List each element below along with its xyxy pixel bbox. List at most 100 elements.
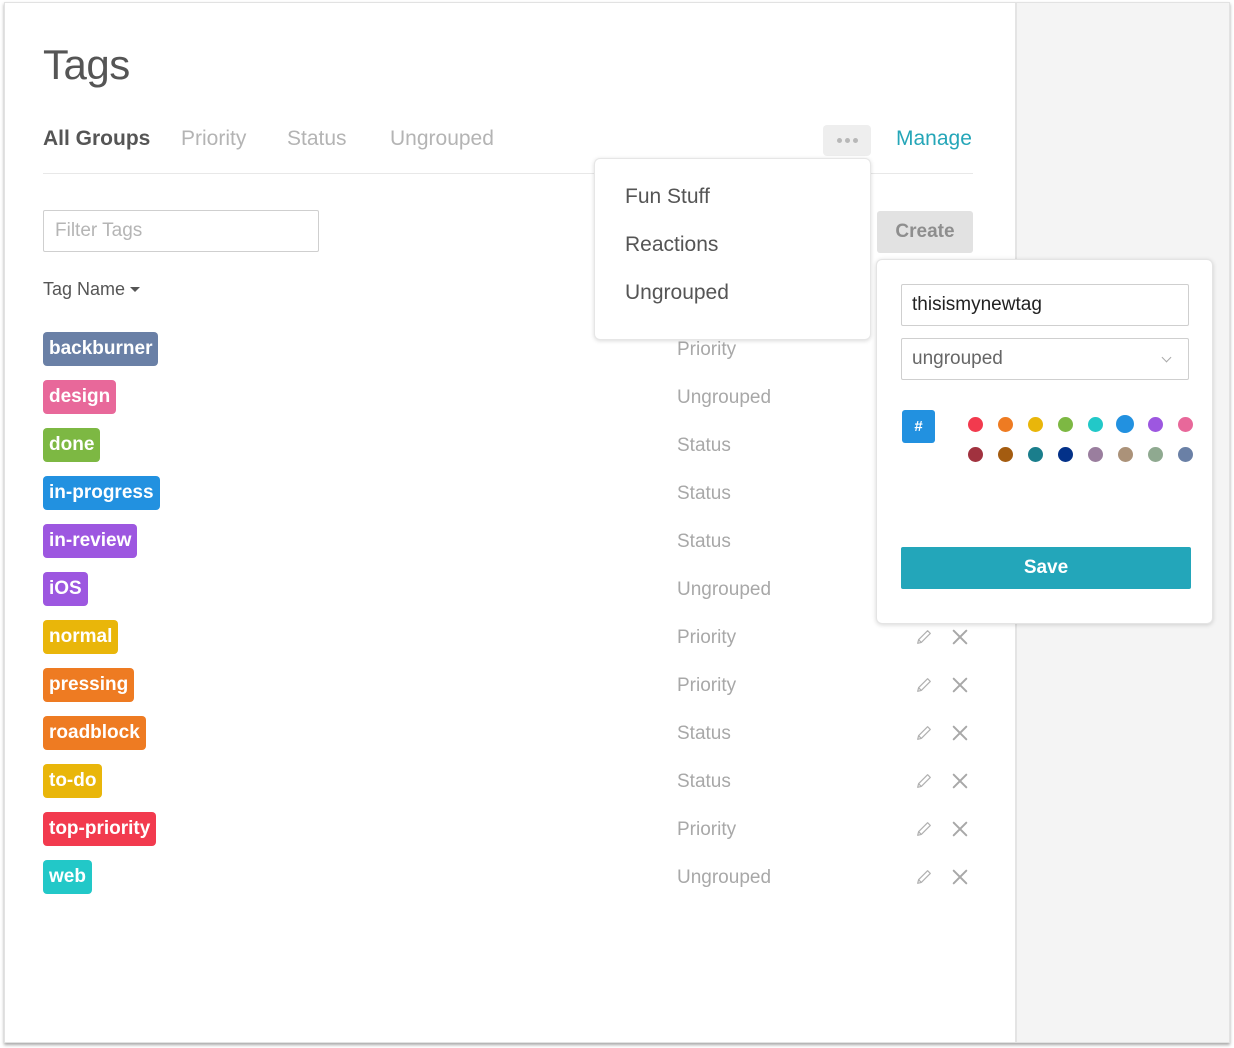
tag-group-label: Priority — [677, 675, 737, 696]
ellipsis-icon — [836, 138, 842, 143]
tag-row: roadblock Status — [43, 716, 983, 764]
color-swatch[interactable] — [960, 409, 990, 439]
close-icon[interactable] — [949, 626, 971, 648]
tag-group-label: Status — [677, 435, 731, 456]
tag-pill[interactable]: normal — [43, 620, 119, 654]
tag-pill[interactable]: to-do — [43, 764, 103, 798]
color-swatch[interactable] — [990, 439, 1020, 469]
tag-group-label: Priority — [677, 627, 737, 648]
sort-by-tag-name[interactable]: Tag Name — [43, 279, 141, 300]
tag-row: in-review Status — [43, 524, 983, 572]
color-swatch[interactable] — [1020, 439, 1050, 469]
color-swatch-dot — [1117, 446, 1133, 462]
close-icon[interactable] — [949, 866, 971, 888]
tag-actions — [913, 674, 971, 696]
create-tag-popover: ungrouped # Save — [876, 259, 1213, 624]
color-swatch[interactable] — [1110, 409, 1140, 439]
color-swatch[interactable] — [1170, 409, 1200, 439]
tag-pill[interactable]: done — [43, 428, 101, 462]
group-select[interactable]: ungrouped — [901, 338, 1189, 380]
tag-pill[interactable]: top-priority — [43, 812, 157, 846]
tag-pill[interactable]: roadblock — [43, 716, 146, 750]
color-swatch-dot — [1087, 446, 1103, 462]
pencil-icon[interactable] — [913, 818, 935, 840]
color-swatch[interactable] — [1050, 409, 1080, 439]
tag-group-label: Priority — [677, 339, 737, 360]
tag-pill[interactable]: pressing — [43, 668, 135, 702]
pencil-icon[interactable] — [913, 674, 935, 696]
tag-actions — [913, 818, 971, 840]
page-title: Tags — [43, 41, 130, 88]
color-swatch[interactable] — [1110, 439, 1140, 469]
color-swatch[interactable] — [1080, 409, 1110, 439]
tag-actions — [913, 722, 971, 744]
color-swatch[interactable] — [1020, 409, 1050, 439]
tag-pill[interactable]: web — [43, 860, 92, 894]
ellipsis-icon-dot — [844, 138, 850, 143]
filter-tags-input[interactable] — [43, 210, 319, 252]
pencil-icon[interactable] — [913, 626, 935, 648]
create-button[interactable]: Create — [877, 211, 973, 253]
more-groups-button[interactable] — [823, 125, 871, 156]
color-swatch[interactable] — [960, 439, 990, 469]
tag-pill[interactable]: design — [43, 380, 117, 414]
tag-row: in-progress Status — [43, 476, 983, 524]
close-icon[interactable] — [949, 674, 971, 696]
color-swatch[interactable] — [1170, 439, 1200, 469]
tag-row: normal Priority — [43, 620, 983, 668]
group-menu-item-reactions[interactable]: Reactions — [595, 221, 870, 269]
caret-down-icon — [130, 287, 141, 292]
pencil-icon[interactable] — [913, 866, 935, 888]
color-swatch-dot — [1177, 446, 1193, 462]
custom-hex-color-button[interactable]: # — [902, 410, 935, 443]
color-swatch-dot — [1177, 416, 1193, 432]
group-menu-item-ungrouped[interactable]: Ungrouped — [595, 269, 870, 317]
tag-actions — [913, 626, 971, 648]
tag-pill[interactable]: iOS — [43, 572, 88, 606]
color-swatch[interactable] — [1140, 409, 1170, 439]
color-swatch[interactable] — [1080, 439, 1110, 469]
close-icon[interactable] — [949, 770, 971, 792]
color-swatch-dot — [1027, 446, 1043, 462]
tag-pill[interactable]: in-progress — [43, 476, 160, 510]
color-swatch-dot — [1116, 415, 1134, 433]
group-menu-item-fun-stuff[interactable]: Fun Stuff — [595, 173, 870, 221]
pencil-icon[interactable] — [913, 770, 935, 792]
tab-priority[interactable]: Priority — [181, 127, 246, 151]
tag-name-input[interactable] — [901, 284, 1189, 326]
color-swatch-dot — [1057, 416, 1073, 432]
tag-group-label: Ungrouped — [677, 867, 772, 888]
tag-row: design Ungrouped — [43, 380, 983, 428]
tag-actions — [913, 770, 971, 792]
save-button[interactable]: Save — [901, 547, 1191, 589]
tag-pill[interactable]: in-review — [43, 524, 138, 558]
close-icon[interactable] — [949, 722, 971, 744]
color-swatch-dot — [967, 446, 983, 462]
close-icon[interactable] — [949, 818, 971, 840]
tag-group-label: Status — [677, 723, 731, 744]
manage-link[interactable]: Manage — [896, 127, 972, 151]
color-swatch[interactable] — [1050, 439, 1080, 469]
tab-ungrouped[interactable]: Ungrouped — [390, 127, 494, 151]
tag-row: top-priority Priority — [43, 812, 983, 860]
sort-header-label: Tag Name — [43, 279, 126, 299]
tab-all-groups[interactable]: All Groups — [43, 127, 150, 151]
tag-group-label: Status — [677, 771, 731, 792]
color-swatch-dot — [1147, 416, 1163, 432]
tag-group-label: Status — [677, 531, 731, 552]
tag-pill[interactable]: backburner — [43, 332, 159, 366]
color-swatch[interactable] — [990, 409, 1020, 439]
tag-row: pressing Priority — [43, 668, 983, 716]
group-menu: Fun Stuff Reactions Ungrouped — [594, 158, 871, 340]
tag-row: web Ungrouped — [43, 860, 983, 908]
color-swatch-dot — [1027, 416, 1043, 432]
tag-list: backburner Priority design Ungrouped done Sta… — [43, 332, 983, 908]
color-swatch[interactable] — [1140, 439, 1170, 469]
tag-row: to-do Status — [43, 764, 983, 812]
tab-status[interactable]: Status — [287, 127, 347, 151]
chevron-down-icon — [1161, 352, 1172, 362]
tag-row: iOS Ungrouped — [43, 572, 983, 620]
group-select-value: ungrouped — [912, 348, 1003, 369]
tags-window: Tags All Groups Priority Status Ungroupe… — [4, 2, 1230, 1043]
pencil-icon[interactable] — [913, 722, 935, 744]
